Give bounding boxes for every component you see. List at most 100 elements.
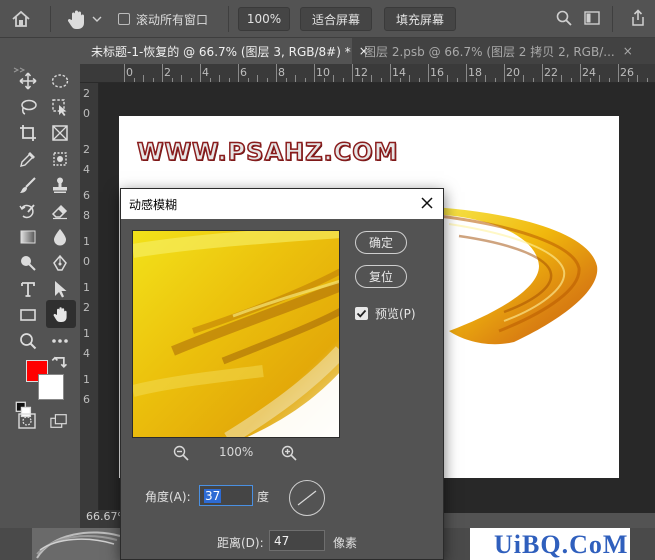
layer-thumbnail bbox=[32, 528, 122, 560]
ruler-tick-label: 1 bbox=[83, 373, 90, 386]
swap-colors-icon[interactable] bbox=[50, 355, 70, 371]
ruler-minor-tick bbox=[152, 78, 154, 82]
crop-tool-icon[interactable] bbox=[14, 120, 42, 146]
rectangle-tool-icon[interactable] bbox=[14, 302, 42, 328]
brush-tool-icon[interactable] bbox=[14, 172, 42, 198]
ruler-minor-tick bbox=[561, 75, 562, 82]
quick-mask-icon[interactable] bbox=[14, 410, 40, 432]
background-color-swatch[interactable] bbox=[38, 374, 64, 400]
ruler-tick bbox=[200, 64, 201, 82]
ruler-tick-label: 6 bbox=[83, 189, 90, 202]
fill-screen-button[interactable]: 填充屏幕 bbox=[384, 7, 456, 31]
blur-tool-icon[interactable] bbox=[46, 224, 74, 250]
zoom-tool-icon[interactable] bbox=[14, 328, 42, 354]
reset-button[interactable]: 复位 bbox=[355, 265, 407, 288]
ruler-tick-label: 4 bbox=[83, 347, 90, 360]
type-tool-icon[interactable] bbox=[14, 276, 42, 302]
path-selection-tool-icon[interactable] bbox=[46, 276, 74, 302]
more-tools-icon[interactable] bbox=[46, 328, 74, 354]
ruler-tick-label: 6 bbox=[83, 393, 90, 406]
tool-preset-chevron-down-icon[interactable] bbox=[92, 13, 102, 23]
options-divider bbox=[50, 6, 51, 32]
ruler-minor-tick bbox=[143, 75, 144, 82]
hand-tool-icon[interactable] bbox=[66, 7, 88, 31]
search-icon[interactable] bbox=[556, 10, 572, 26]
ruler-minor-tick bbox=[437, 78, 439, 82]
ruler-tick bbox=[580, 64, 581, 82]
fit-screen-button[interactable]: 适合屏幕 bbox=[300, 7, 372, 31]
preview-checkbox[interactable] bbox=[355, 307, 368, 320]
preview-zoom-level: 100% bbox=[219, 445, 254, 459]
tab-close-icon[interactable]: × bbox=[623, 44, 633, 58]
ruler-tick bbox=[542, 64, 543, 82]
ruler-minor-tick bbox=[456, 78, 458, 82]
dialog-titlebar: 动感模糊 bbox=[121, 189, 443, 219]
distance-label: 距离(D): bbox=[217, 536, 264, 550]
marquee-tool-icon[interactable] bbox=[46, 68, 74, 94]
angle-label: 角度(A): bbox=[145, 490, 191, 504]
scroll-all-windows-checkbox[interactable] bbox=[118, 13, 130, 25]
ruler-tick bbox=[276, 64, 277, 82]
distance-input[interactable]: 47 bbox=[269, 530, 325, 551]
workspace-icon[interactable] bbox=[584, 11, 600, 25]
ruler-tick bbox=[352, 64, 353, 82]
gradient-tool-icon[interactable] bbox=[14, 224, 42, 250]
angle-dial[interactable] bbox=[289, 480, 325, 516]
eraser-tool-icon[interactable] bbox=[46, 198, 74, 224]
ruler-tick bbox=[428, 64, 429, 82]
zoom-100-button[interactable]: 100% bbox=[238, 7, 290, 31]
ruler-minor-tick bbox=[637, 75, 638, 82]
close-icon[interactable] bbox=[419, 195, 435, 211]
hand-tool-icon[interactable] bbox=[46, 300, 76, 328]
history-brush-tool-icon[interactable] bbox=[14, 198, 42, 224]
home-icon[interactable] bbox=[8, 7, 34, 31]
ruler-minor-tick bbox=[257, 75, 258, 82]
ruler-tick bbox=[504, 64, 505, 82]
ruler-minor-tick bbox=[295, 75, 296, 82]
ruler-tick bbox=[314, 64, 315, 82]
ruler-minor-tick bbox=[589, 78, 591, 82]
tab-document-active[interactable]: 未标题-1-恢复的 @ 66.7% (图层 3, RGB/8#) * × bbox=[80, 38, 369, 64]
ruler-minor-tick bbox=[380, 78, 382, 82]
ruler-tick-label: 0 bbox=[126, 66, 133, 79]
ruler-minor-tick bbox=[247, 78, 249, 82]
ruler-minor-tick bbox=[532, 78, 534, 82]
pen-tool-icon[interactable] bbox=[46, 250, 74, 276]
screen-mode-icon[interactable] bbox=[46, 410, 72, 432]
filter-preview[interactable] bbox=[132, 230, 340, 438]
ruler-minor-tick bbox=[627, 78, 629, 82]
ruler-minor-tick bbox=[371, 75, 372, 82]
move-tool-icon[interactable] bbox=[14, 68, 42, 94]
angle-unit: 度 bbox=[257, 490, 270, 504]
ruler-minor-tick bbox=[570, 78, 572, 82]
share-icon[interactable] bbox=[630, 9, 646, 27]
frame-select-tool-icon[interactable] bbox=[46, 146, 74, 172]
frame-tool-icon[interactable] bbox=[46, 120, 74, 146]
ruler-minor-tick bbox=[646, 78, 648, 82]
object-selection-tool-icon[interactable] bbox=[46, 94, 74, 120]
angle-input[interactable]: 37 bbox=[199, 485, 253, 506]
ok-button[interactable]: 确定 bbox=[355, 231, 407, 254]
vertical-ruler: 20246810121416 bbox=[80, 83, 99, 513]
options-divider bbox=[228, 6, 229, 32]
ruler-tick-label: 0 bbox=[83, 255, 90, 268]
lasso-tool-icon[interactable] bbox=[14, 94, 42, 120]
ruler-minor-tick bbox=[219, 75, 220, 82]
ruler-minor-tick bbox=[551, 78, 553, 82]
eyedropper-tool-icon[interactable] bbox=[14, 146, 42, 172]
stamp-tool-icon[interactable] bbox=[46, 172, 74, 198]
scroll-all-windows-label: 滚动所有窗口 bbox=[136, 13, 209, 27]
preview-label: 预览(P) bbox=[375, 307, 416, 321]
ruler-tick-label: 0 bbox=[83, 107, 90, 120]
zoom-in-icon[interactable] bbox=[281, 445, 297, 461]
ruler-minor-tick bbox=[485, 75, 486, 82]
tab-label: 未标题-1-恢复的 @ 66.7% (图层 3, RGB/8#) * bbox=[91, 44, 351, 59]
ruler-tick-label: 2 bbox=[164, 66, 171, 79]
dodge-tool-icon[interactable] bbox=[14, 250, 42, 276]
zoom-out-icon[interactable] bbox=[173, 445, 189, 461]
ruler-tick-label: 4 bbox=[202, 66, 209, 79]
ruler-tick-label: 2 bbox=[83, 143, 90, 156]
tab-document-inactive[interactable]: 图层 2.psb @ 66.7% (图层 2 拷贝 2, RGB/... × bbox=[354, 38, 655, 64]
document-tabs: 未标题-1-恢复的 @ 66.7% (图层 3, RGB/8#) * × 图层 … bbox=[80, 38, 655, 64]
ruler-minor-tick bbox=[409, 75, 410, 82]
